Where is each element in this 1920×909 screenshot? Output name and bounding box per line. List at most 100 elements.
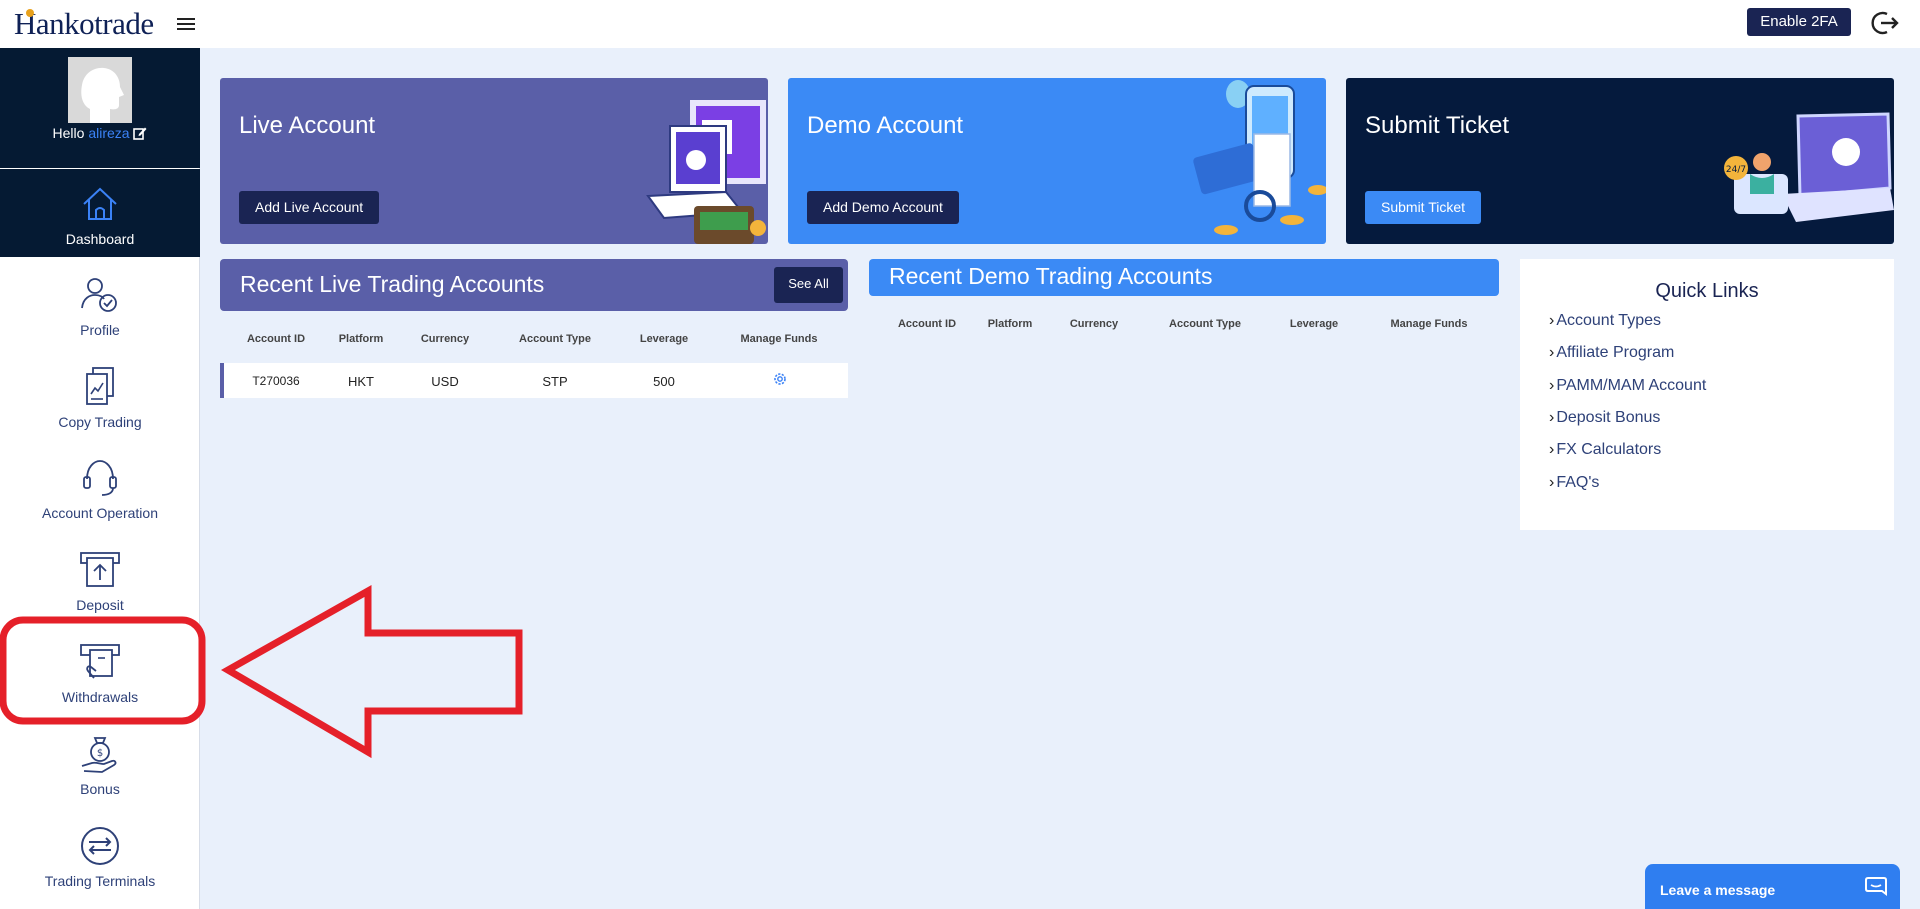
card-title: Demo Account — [807, 112, 964, 139]
logout-icon[interactable] — [1870, 9, 1900, 37]
menu-toggle-icon[interactable] — [177, 18, 195, 32]
panel-title: Recent Demo Trading Accounts — [889, 263, 1213, 289]
quick-link-label: FAQ's — [1556, 474, 1600, 491]
username[interactable]: alireza — [88, 125, 129, 141]
avatar[interactable] — [68, 57, 132, 123]
sidebar-item-bonus[interactable]: $ Bonus — [0, 719, 200, 807]
panel-title: Recent Live Trading Accounts — [240, 271, 545, 297]
quick-link-account-types[interactable]: › Account Types — [1549, 312, 1661, 330]
card-title: Submit Ticket — [1365, 112, 1510, 139]
chat-label: Leave a message — [1660, 882, 1776, 898]
headset-icon — [83, 460, 117, 496]
sidebar: Hello alireza Dashboard Profile Copy Tra… — [0, 48, 200, 909]
quick-link-label: PAMM/MAM Account — [1556, 377, 1707, 394]
logo-dot — [26, 9, 34, 17]
chevron-right-icon: › — [1549, 409, 1555, 426]
sidebar-item-deposit[interactable]: Deposit — [0, 535, 200, 623]
profile-icon — [81, 278, 117, 312]
recent-live-header: Recent Live Trading Accounts See All — [220, 259, 848, 311]
laptop-illustration-icon — [646, 100, 766, 244]
bonus-icon: $ — [81, 737, 117, 773]
quick-link-label: FX Calculators — [1556, 441, 1662, 458]
quick-link-label: Account Types — [1556, 312, 1661, 329]
withdrawal-icon — [80, 644, 120, 679]
quick-link-affiliate-program[interactable]: › Affiliate Program — [1549, 344, 1674, 362]
sidebar-item-label: Bonus — [80, 781, 120, 797]
see-all-button[interactable]: See All — [774, 267, 843, 303]
avatar-silhouette-icon — [68, 57, 132, 123]
svg-text:24/7: 24/7 — [1726, 165, 1746, 175]
add-live-account-button[interactable]: Add Live Account — [239, 191, 380, 224]
support-illustration-icon: 24/7 — [1724, 112, 1894, 222]
quick-link-pamm-mam[interactable]: › PAMM/MAM Account — [1549, 377, 1706, 395]
user-box: Hello alireza — [0, 48, 200, 168]
column-header: Account ID — [246, 333, 306, 345]
logo[interactable]: Hankotrade — [14, 6, 154, 42]
greeting-text: Hello — [52, 125, 85, 141]
column-header: Leverage — [639, 333, 689, 345]
sidebar-item-label: Deposit — [76, 597, 124, 613]
chat-bubble-icon — [1865, 877, 1887, 896]
copy-trading-icon — [86, 367, 114, 405]
add-demo-account-button[interactable]: Add Demo Account — [807, 191, 959, 224]
sidebar-item-trading-terminals[interactable]: Trading Terminals — [0, 811, 200, 899]
chevron-right-icon: › — [1549, 474, 1555, 491]
pointer-arrow — [220, 585, 523, 759]
svg-text:$: $ — [97, 748, 103, 759]
quick-link-deposit-bonus[interactable]: › Deposit Bonus — [1549, 409, 1660, 427]
deposit-icon — [80, 552, 120, 587]
logo-text: Hankotrade — [14, 6, 154, 41]
account-type-cell: STP — [542, 374, 568, 389]
top-bar: Hankotrade Enable 2FA — [0, 0, 1920, 48]
currency-cell: USD — [431, 374, 459, 389]
enable-2fa-button[interactable]: Enable 2FA — [1747, 8, 1851, 36]
sidebar-item-dashboard[interactable]: Dashboard — [0, 169, 200, 257]
live-account-card: Live Account Add Live Account — [220, 78, 768, 244]
column-header: Account Type — [519, 333, 591, 345]
chevron-right-icon: › — [1549, 377, 1555, 394]
home-icon — [83, 187, 117, 220]
chevron-right-icon: › — [1549, 312, 1555, 329]
quick-link-fx-calculators[interactable]: › FX Calculators — [1549, 441, 1661, 459]
sidebar-item-profile[interactable]: Profile — [0, 260, 200, 348]
sidebar-item-label: Profile — [80, 322, 120, 338]
sidebar-item-label: Withdrawals — [61, 689, 139, 705]
sidebar-item-label: Copy Trading — [58, 414, 142, 430]
chat-widget[interactable]: Leave a message — [1645, 864, 1900, 909]
column-header: Account Type — [1169, 318, 1241, 330]
quick-link-faqs[interactable]: › FAQ's — [1549, 474, 1599, 492]
quick-links-title: Quick Links — [1655, 280, 1759, 302]
card-title: Live Account — [239, 112, 376, 139]
manage-funds-gear-icon[interactable] — [772, 371, 788, 387]
column-header: Manage Funds — [740, 333, 818, 345]
chevron-right-icon: › — [1549, 344, 1555, 361]
column-header: Account ID — [897, 318, 957, 330]
quick-link-label: Deposit Bonus — [1556, 409, 1661, 426]
sidebar-item-label: Account Operation — [42, 505, 158, 521]
greeting: Hello alireza — [0, 125, 200, 141]
column-header: Platform — [338, 333, 384, 345]
edit-icon[interactable] — [133, 126, 147, 140]
account-id-cell: T270036 — [252, 374, 300, 388]
column-header: Currency — [1069, 318, 1119, 330]
platform-cell: HKT — [348, 374, 374, 389]
payment-illustration-icon — [1193, 80, 1326, 235]
sidebar-item-copy-trading[interactable]: Copy Trading — [0, 352, 200, 440]
submit-ticket-card: Submit Ticket Submit Ticket 24/7 — [1346, 78, 1894, 244]
sidebar-item-label: Trading Terminals — [44, 873, 156, 889]
demo-account-card: Demo Account Add Demo Account — [788, 78, 1326, 244]
recent-demo-header: Recent Demo Trading Accounts — [869, 259, 1499, 296]
sidebar-item-label: Dashboard — [65, 231, 135, 247]
column-header: Platform — [987, 318, 1033, 330]
sidebar-item-withdrawals[interactable]: Withdrawals — [0, 627, 200, 715]
table-row: T270036 HKT USD STP 500 — [220, 363, 848, 398]
submit-ticket-button[interactable]: Submit Ticket — [1365, 191, 1482, 224]
column-header: Manage Funds — [1390, 318, 1468, 330]
terminal-icon — [81, 827, 119, 865]
chevron-right-icon: › — [1549, 441, 1555, 458]
sidebar-item-account-operation[interactable]: Account Operation — [0, 443, 200, 531]
column-header: Leverage — [1289, 318, 1339, 330]
quick-link-label: Affiliate Program — [1556, 344, 1675, 361]
leverage-cell: 500 — [653, 374, 675, 389]
column-header: Currency — [420, 333, 470, 345]
